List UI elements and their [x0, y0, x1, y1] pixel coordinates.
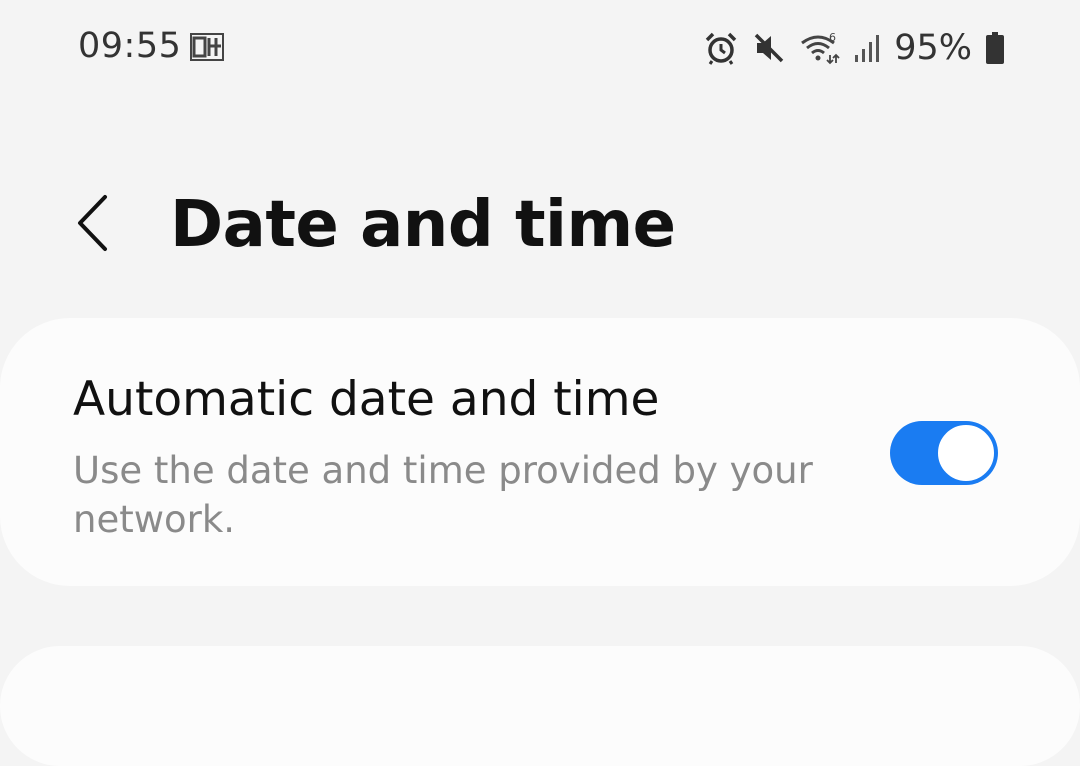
- header: Date and time: [0, 180, 1080, 280]
- setting-title: Automatic date and time: [73, 372, 660, 427]
- mute-icon: [752, 31, 786, 65]
- signal-icon: [854, 33, 880, 63]
- automatic-date-time-setting[interactable]: Automatic date and time Use the date and…: [0, 318, 1080, 586]
- status-bar: 09:55 6 95%: [0, 0, 1080, 100]
- svg-text:6: 6: [829, 31, 836, 44]
- wifi-icon: 6: [800, 31, 840, 65]
- chevron-left-icon: [75, 194, 109, 256]
- back-button[interactable]: [62, 190, 122, 260]
- battery-icon: [986, 32, 1004, 64]
- alarm-icon: [704, 31, 738, 65]
- page-title: Date and time: [170, 188, 676, 262]
- status-time: 09:55: [78, 26, 182, 66]
- sim-icon: [190, 33, 224, 61]
- battery-percentage: 95%: [894, 28, 972, 68]
- status-icons: 6 95%: [690, 26, 1004, 70]
- setting-description: Use the date and time provided by your n…: [73, 449, 813, 541]
- automatic-date-time-toggle[interactable]: [890, 421, 998, 485]
- next-settings-card: [0, 646, 1080, 766]
- toggle-knob: [936, 423, 996, 483]
